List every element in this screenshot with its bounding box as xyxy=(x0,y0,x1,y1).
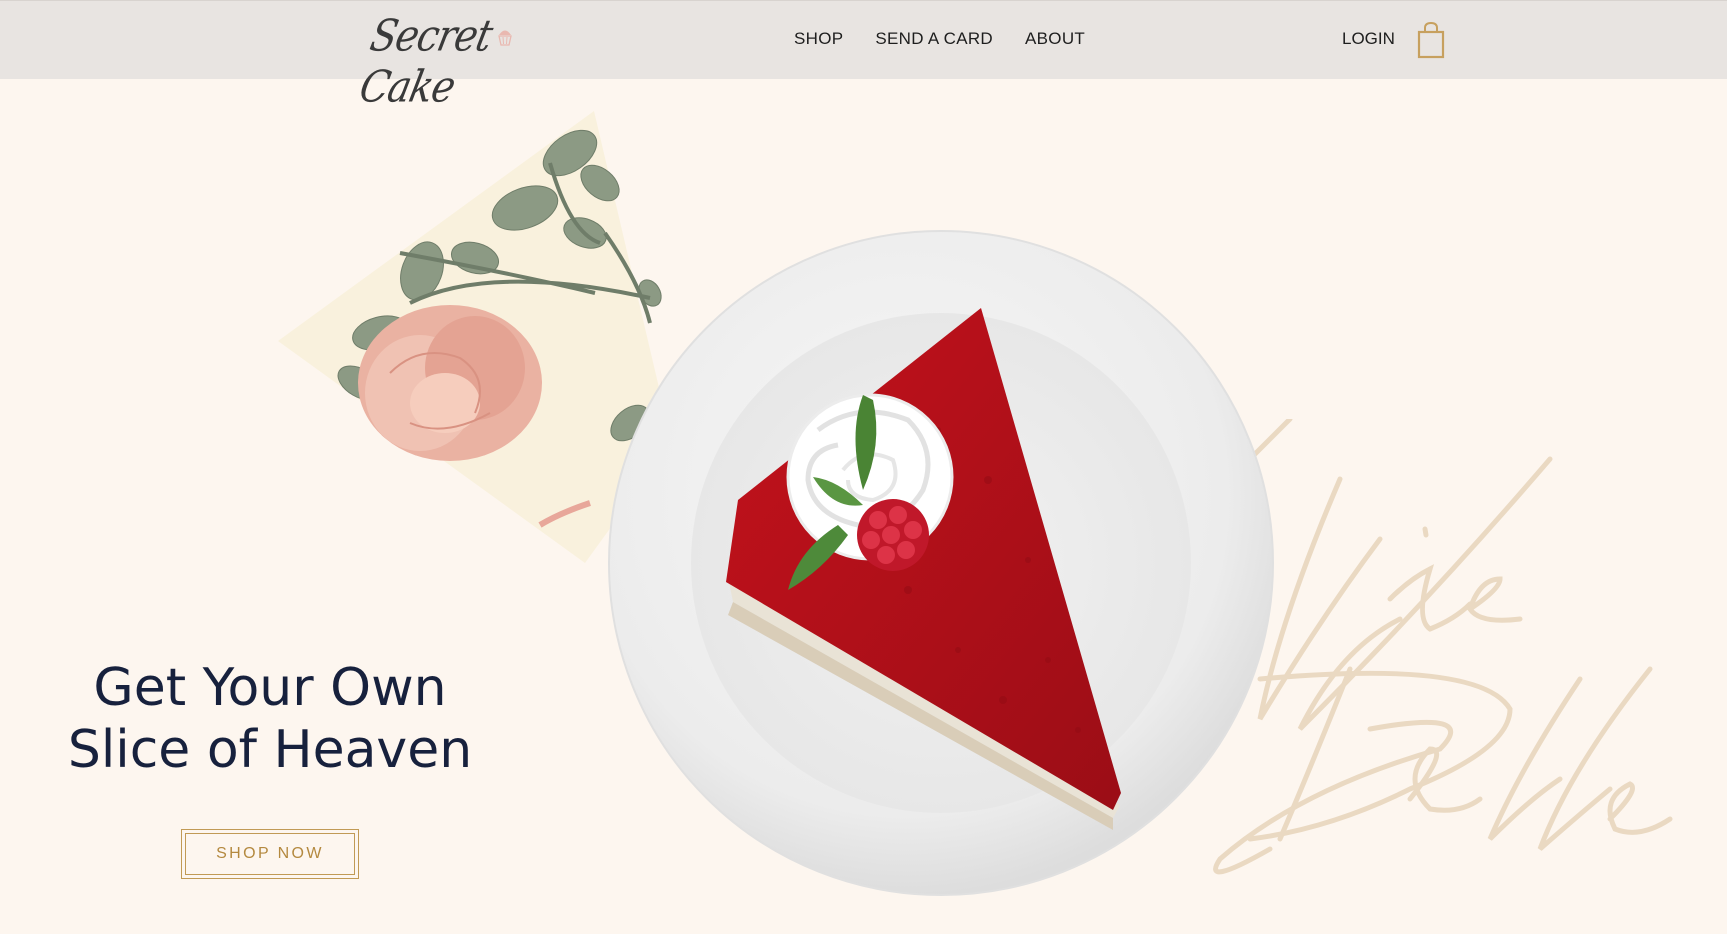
site-logo[interactable]: Secret Cake xyxy=(355,10,526,112)
cake-plate-image xyxy=(608,230,1274,896)
shop-now-label: SHOP NOW xyxy=(216,845,324,862)
hero-section: Get Your Own Slice of Heaven xyxy=(0,79,1727,934)
main-nav: SHOP SEND A CARD ABOUT xyxy=(794,29,1117,49)
nav-send-a-card[interactable]: SEND A CARD xyxy=(875,29,993,49)
top-navigation-bar: Secret Cake SHOP SEND A CARD ABOUT LOGIN xyxy=(0,0,1727,112)
hero-headline: Get Your Own Slice of Heaven xyxy=(20,657,520,781)
headline-line-2: Slice of Heaven xyxy=(67,720,473,780)
login-link[interactable]: LOGIN xyxy=(1342,29,1395,49)
shop-now-button[interactable]: SHOP NOW xyxy=(181,829,359,879)
headline-line-1: Get Your Own xyxy=(93,658,447,718)
nav-about[interactable]: ABOUT xyxy=(1025,29,1085,49)
nav-shop[interactable]: SHOP xyxy=(794,29,843,49)
cupcake-icon xyxy=(498,30,512,46)
shopping-bag-icon[interactable] xyxy=(1417,21,1445,59)
